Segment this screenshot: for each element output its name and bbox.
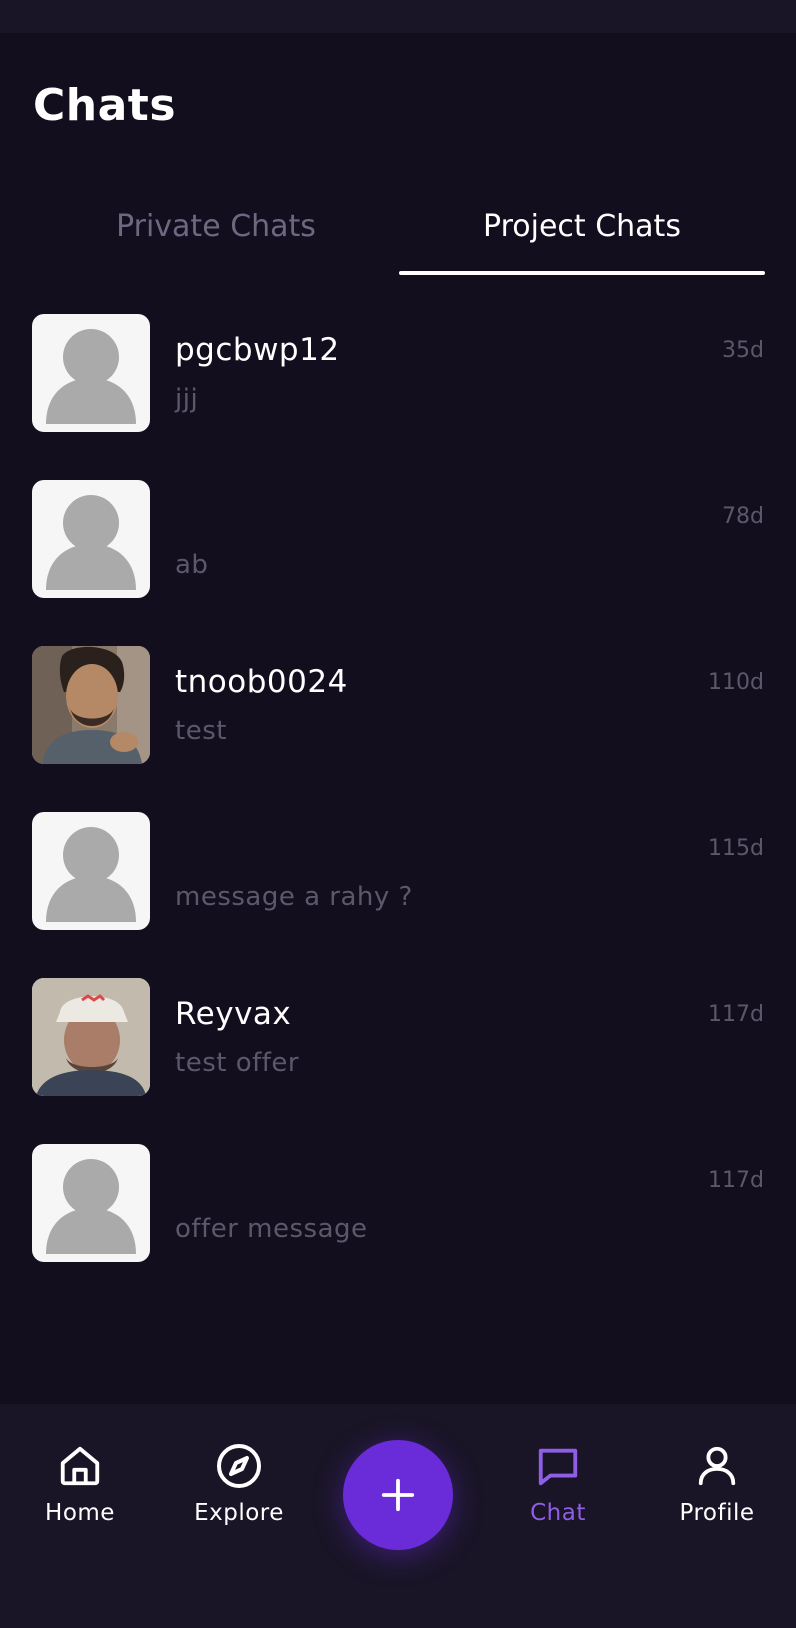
- chat-tabs: Private Chats Project Chats: [33, 190, 765, 276]
- nav-explore[interactable]: Explore: [159, 1440, 319, 1526]
- chat-preview: test offer: [175, 1048, 300, 1078]
- chat-preview: ab: [175, 550, 209, 580]
- chat-time: 117d: [708, 1002, 764, 1027]
- nav-profile[interactable]: Profile: [637, 1440, 796, 1526]
- nav-home-label: Home: [45, 1500, 115, 1526]
- status-bar: [0, 0, 796, 33]
- chat-name: pgcbwp12: [175, 332, 340, 368]
- chat-list-item[interactable]: ab 78d: [0, 470, 796, 636]
- chat-list-item[interactable]: offer message 117d: [0, 1134, 796, 1300]
- chat-list-item[interactable]: Reyvax test offer 117d: [0, 968, 796, 1134]
- default-avatar-icon: [32, 480, 150, 598]
- default-avatar-icon: [32, 314, 150, 432]
- chat-time: 78d: [722, 504, 764, 529]
- chat-preview: jjj: [175, 384, 199, 414]
- compass-icon: [159, 1440, 319, 1492]
- chat-time: 35d: [722, 338, 764, 363]
- tab-project-chats[interactable]: Project Chats: [399, 190, 765, 276]
- user-icon: [637, 1440, 796, 1492]
- page-title: Chats: [33, 80, 177, 131]
- nav-profile-label: Profile: [679, 1500, 755, 1526]
- user-photo-avatar: [32, 646, 150, 764]
- chat-time: 110d: [708, 670, 764, 695]
- plus-icon: [381, 1478, 415, 1512]
- chat-time: 115d: [708, 836, 764, 861]
- nav-explore-label: Explore: [194, 1500, 284, 1526]
- active-tab-indicator: [399, 271, 765, 275]
- chat-name: Reyvax: [175, 996, 292, 1032]
- user-photo-avatar: [32, 978, 150, 1096]
- default-avatar-icon: [32, 812, 150, 930]
- default-avatar-icon: [32, 1144, 150, 1262]
- nav-chat[interactable]: Chat: [478, 1440, 638, 1526]
- chat-preview: message a rahy ?: [175, 882, 413, 912]
- chat-time: 117d: [708, 1168, 764, 1193]
- nav-home[interactable]: Home: [0, 1440, 160, 1526]
- home-icon: [0, 1440, 160, 1492]
- nav-chat-label: Chat: [530, 1500, 586, 1526]
- chat-list-item[interactable]: message a rahy ? 115d: [0, 802, 796, 968]
- chat-preview: offer message: [175, 1214, 368, 1244]
- tab-private-chats[interactable]: Private Chats: [33, 190, 399, 276]
- chat-preview: test: [175, 716, 227, 746]
- chat-list-item[interactable]: pgcbwp12 jjj 35d: [0, 304, 796, 470]
- create-button[interactable]: [343, 1440, 453, 1550]
- chat-bubble-icon: [478, 1440, 638, 1492]
- chat-name: tnoob0024: [175, 664, 348, 700]
- chat-list-item[interactable]: tnoob0024 test 110d: [0, 636, 796, 802]
- chat-list: pgcbwp12 jjj 35d ab 78d tnoob0024 test 1…: [0, 304, 796, 1300]
- bottom-navigation: Home Explore Chat Profile: [0, 1404, 796, 1628]
